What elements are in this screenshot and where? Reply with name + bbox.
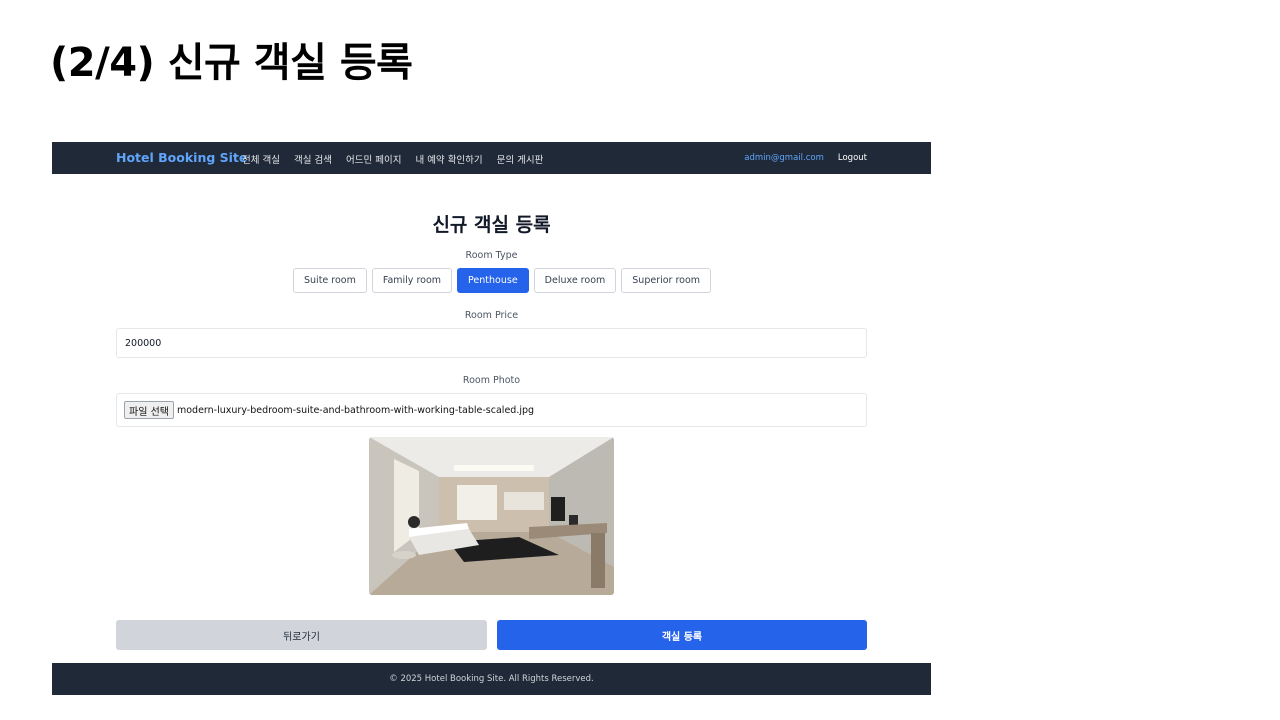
room-type-superior-button[interactable]: Superior room <box>621 268 712 293</box>
room-type-deluxe-button[interactable]: Deluxe room <box>533 268 617 293</box>
slide-title: (2/4) 신규 객실 등록 <box>50 40 413 86</box>
room-type-family-button[interactable]: Family room <box>371 268 453 293</box>
room-type-penthouse-button[interactable]: Penthouse <box>457 268 529 293</box>
selected-file-name: modern-luxury-bedroom-suite-and-bathroom… <box>176 404 535 416</box>
room-price-input[interactable] <box>116 328 867 358</box>
room-photo-file-input[interactable]: 파일 선택 modern-luxury-bedroom-suite-and-ba… <box>116 393 867 427</box>
user-email: admin@gmail.com <box>744 153 824 163</box>
brand-link[interactable]: Hotel Booking Site <box>116 150 247 165</box>
room-price-label: Room Price <box>464 310 519 321</box>
browser-app: Hotel Booking Site 전체 객실 객실 검색 어드민 페이지 내… <box>52 142 931 695</box>
footer: © 2025 Hotel Booking Site. All Rights Re… <box>52 663 931 695</box>
room-type-selector: Suite room Family room Penthouse Deluxe … <box>293 268 712 293</box>
nav-links: 전체 객실 객실 검색 어드민 페이지 내 예약 확인하기 문의 게시판 <box>242 152 543 166</box>
nav-link-room-search[interactable]: 객실 검색 <box>294 152 332 166</box>
choose-file-button[interactable]: 파일 선택 <box>124 401 174 419</box>
logout-link[interactable]: Logout <box>838 153 867 163</box>
nav-link-all-rooms[interactable]: 전체 객실 <box>242 152 280 166</box>
footer-copyright: © 2025 Hotel Booking Site. All Rights Re… <box>389 674 594 684</box>
room-photo-label: Room Photo <box>462 375 521 386</box>
nav-link-admin[interactable]: 어드민 페이지 <box>346 152 401 166</box>
room-type-suite-button[interactable]: Suite room <box>293 268 367 293</box>
register-room-button[interactable]: 객실 등록 <box>497 620 867 650</box>
back-button[interactable]: 뒤로가기 <box>116 620 487 650</box>
room-type-label: Room Type <box>465 250 518 261</box>
navbar: Hotel Booking Site 전체 객실 객실 검색 어드민 페이지 내… <box>52 142 931 174</box>
nav-link-my-bookings[interactable]: 내 예약 확인하기 <box>415 152 482 166</box>
nav-user-area: admin@gmail.com Logout <box>744 153 867 163</box>
page-heading: 신규 객실 등록 <box>432 214 551 236</box>
room-photo-preview <box>369 437 614 595</box>
nav-link-inquiry-board[interactable]: 문의 게시판 <box>497 152 544 166</box>
